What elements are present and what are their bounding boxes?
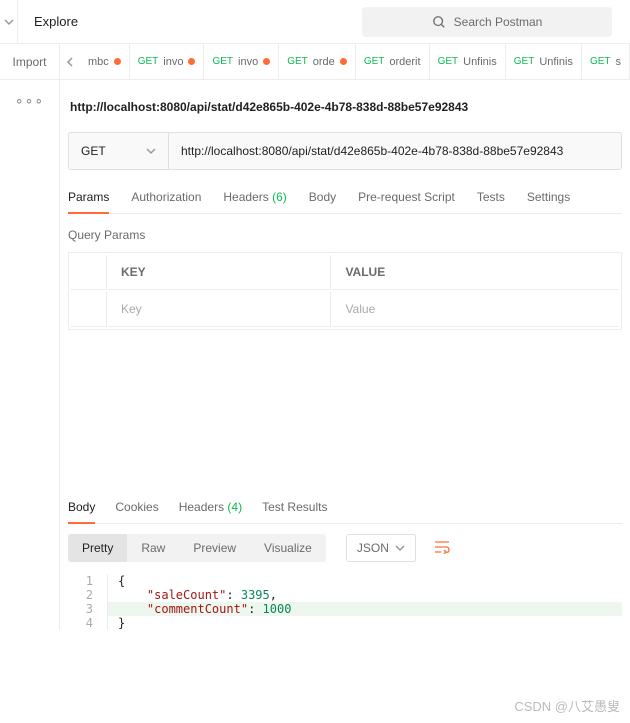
- key-cell[interactable]: Key: [109, 292, 331, 327]
- tab-item[interactable]: GETUnfinis: [506, 44, 582, 79]
- table-row: Key Value: [71, 292, 619, 327]
- wrap-icon: [434, 540, 450, 554]
- tab-item[interactable]: GETUnfinis: [430, 44, 506, 79]
- tab-params[interactable]: Params: [68, 190, 109, 214]
- workspace-dropdown[interactable]: [0, 0, 18, 44]
- body-toolbar: Pretty Raw Preview Visualize JSON: [68, 534, 622, 562]
- import-button[interactable]: Import: [0, 44, 60, 79]
- dirty-dot-icon: [114, 58, 121, 65]
- params-table: KEY VALUE Key Value: [68, 252, 622, 330]
- chevron-down-icon: [146, 146, 156, 156]
- wrap-lines-button[interactable]: [430, 536, 454, 561]
- tab-settings[interactable]: Settings: [527, 190, 570, 213]
- request-tabs: Params Authorization Headers (6) Body Pr…: [68, 190, 622, 214]
- tab-item[interactable]: GETinvo: [204, 44, 279, 79]
- view-pretty[interactable]: Pretty: [68, 534, 127, 562]
- tab-headers[interactable]: Headers (6): [223, 190, 286, 213]
- resp-tab-cookies[interactable]: Cookies: [115, 500, 158, 523]
- tab-tests[interactable]: Tests: [477, 190, 505, 213]
- view-preview[interactable]: Preview: [179, 534, 250, 562]
- tab-body[interactable]: Body: [309, 190, 336, 213]
- tabs-strip: mbc GETinvo GETinvo GETorde GETorderit G…: [60, 44, 630, 79]
- resp-tab-headers[interactable]: Headers (4): [179, 500, 242, 523]
- value-cell[interactable]: Value: [333, 292, 619, 327]
- view-mode-group: Pretty Raw Preview Visualize: [68, 534, 326, 562]
- tab-authorization[interactable]: Authorization: [131, 190, 201, 213]
- key-header: KEY: [109, 255, 331, 290]
- tab-prerequest[interactable]: Pre-request Script: [358, 190, 455, 213]
- tab-item[interactable]: mbc: [80, 44, 130, 79]
- watermark: CSDN @八艾愚叟: [514, 696, 620, 715]
- query-params-label: Query Params: [68, 228, 622, 242]
- tab-item[interactable]: GETorde: [279, 44, 356, 79]
- request-title: http://localhost:8080/api/stat/d42e865b-…: [70, 100, 622, 114]
- search-icon: [432, 15, 446, 29]
- explore-link[interactable]: Explore: [18, 14, 94, 29]
- tab-item[interactable]: GETs: [582, 44, 630, 79]
- left-rail: ∘∘∘: [0, 80, 60, 630]
- more-options-icon[interactable]: ∘∘∘: [15, 92, 44, 109]
- search-placeholder: Search Postman: [454, 15, 543, 29]
- resp-tab-body[interactable]: Body: [68, 500, 95, 524]
- method-dropdown[interactable]: GET: [69, 133, 169, 169]
- tab-item[interactable]: GETinvo: [130, 44, 205, 79]
- tabs-prev[interactable]: [60, 44, 80, 79]
- format-dropdown[interactable]: JSON: [346, 534, 416, 562]
- value-header: VALUE: [333, 255, 619, 290]
- view-raw[interactable]: Raw: [127, 534, 179, 562]
- response-body[interactable]: 1{ 2 "saleCount": 3395, 3 "commentCount"…: [68, 574, 622, 630]
- view-visualize[interactable]: Visualize: [250, 534, 326, 562]
- url-bar: GET http://localhost:8080/api/stat/d42e8…: [68, 132, 622, 170]
- dirty-dot-icon: [263, 58, 270, 65]
- dirty-dot-icon: [188, 58, 195, 65]
- chevron-down-icon: [395, 543, 405, 553]
- resp-tab-tests[interactable]: Test Results: [262, 500, 327, 523]
- tab-item[interactable]: GETorderit: [356, 44, 430, 79]
- url-input[interactable]: http://localhost:8080/api/stat/d42e865b-…: [169, 133, 621, 169]
- chevron-left-icon: [65, 57, 75, 67]
- dirty-dot-icon: [340, 58, 347, 65]
- search-input[interactable]: Search Postman: [362, 7, 612, 37]
- response-tabs: Body Cookies Headers (4) Test Results: [68, 500, 622, 524]
